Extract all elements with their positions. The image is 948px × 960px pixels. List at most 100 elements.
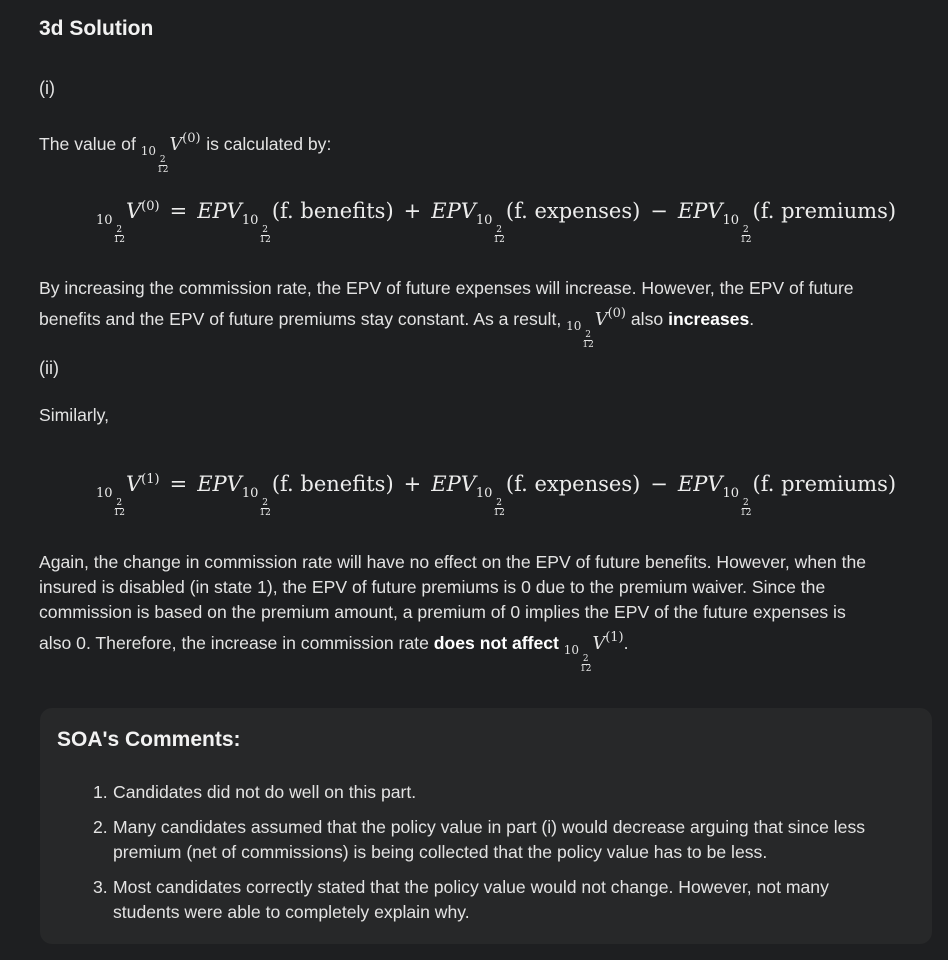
part-ii-intro: Similarly,: [39, 405, 110, 425]
time-fraction: 2 12: [740, 226, 751, 245]
part-i-explanation-line2: benefits and the EPV of future premiums …: [39, 301, 924, 350]
premiums-term: (f. premiums): [752, 472, 897, 496]
policy-value-symbol-0: 10 2 12 V(0): [566, 306, 626, 350]
equation-state-0: 10 2 12 V(0) = EPV10 2 12 (f. benefits) + EPV10 2 12…: [96, 199, 896, 245]
v-symbol: V: [126, 472, 142, 496]
epv-subscript: 10 2 12: [476, 213, 506, 245]
equation-state-1: 10 2 12 V(1) = EPV10 2 12 (f. benefits) + EPV10 2 12…: [96, 472, 896, 518]
part-i-label: (i): [39, 78, 55, 98]
time-whole: 10: [140, 144, 156, 158]
frac-den: 12: [580, 664, 592, 674]
part-ii-line1: Again, the change in commission rate wil…: [39, 552, 867, 572]
frac-den: 12: [493, 235, 505, 245]
time-fraction: 2 12: [740, 499, 751, 518]
list-item-number: 1.: [93, 782, 108, 802]
solution-page: 3d Solution (i) The value of 10 2 12 V(0) i…: [0, 0, 948, 960]
time-whole: 10: [566, 319, 582, 333]
epv-symbol: EPV: [197, 199, 242, 223]
epv-symbol: EPV: [677, 199, 723, 223]
time-subscript: 10 2 12: [140, 144, 170, 175]
policy-value-symbol-0: 10 2 12 V(0): [140, 131, 206, 175]
time-whole: 10: [722, 213, 740, 228]
minus-sign: −: [650, 199, 668, 223]
time-fraction: 2 12: [493, 226, 504, 245]
state-superscript: (1): [141, 472, 160, 487]
time-fraction: 2 12: [114, 499, 125, 518]
time-whole: 10: [241, 486, 259, 501]
list-item: 1. Candidates did not do well on this pa…: [93, 780, 893, 805]
time-whole: 10: [96, 213, 113, 228]
time-whole: 10: [722, 486, 740, 501]
line4-before: also 0. Therefore, the increase in commi…: [39, 633, 429, 653]
frac-den: 12: [740, 235, 752, 245]
v-symbol: V: [594, 310, 608, 330]
epv-subscript: 10 2 12: [475, 486, 506, 518]
solution-title: 3d Solution: [39, 17, 154, 40]
line4-end: .: [623, 633, 629, 653]
does-not-affect-emphasis: does not affect: [433, 633, 559, 653]
frac-den: 12: [113, 235, 125, 245]
frac-den: 12: [113, 508, 125, 518]
epv-subscript: 10 2 12: [722, 486, 753, 518]
benefits-term: (f. benefits): [271, 472, 394, 496]
plus-sign: +: [403, 472, 422, 496]
state-superscript: (0): [182, 131, 201, 146]
list-item: 3. Most candidates correctly stated that…: [93, 875, 893, 925]
epv-symbol: EPV: [197, 472, 242, 496]
part-ii-label: (ii): [39, 358, 59, 378]
time-whole: 10: [563, 643, 580, 657]
epv-symbol: EPV: [677, 472, 723, 496]
explanation-end: .: [749, 309, 755, 329]
part-i-intro-after: is calculated by:: [206, 134, 332, 154]
frac-den: 12: [582, 340, 594, 350]
list-item-text: Candidates did not do well on this part.: [113, 782, 417, 802]
explanation-line2-before: benefits and the EPV of future premiums …: [39, 309, 562, 329]
time-subscript: 10 2 12: [563, 643, 593, 674]
expenses-term: (f. expenses): [505, 472, 641, 496]
frac-den: 12: [740, 508, 752, 518]
part-ii-line3: commission is based on the premium amoun…: [39, 602, 846, 622]
part-ii-line4: also 0. Therefore, the increase in commi…: [39, 625, 924, 674]
part-ii-line2: insured is disabled (in state 1), the EP…: [39, 577, 826, 597]
list-item-text: Many candidates assumed that the policy …: [113, 817, 866, 862]
frac-den: 12: [259, 235, 271, 245]
v-symbol: V: [169, 135, 183, 155]
list-item-number: 3.: [93, 877, 108, 897]
soa-comments-list: 1. Candidates did not do well on this pa…: [93, 780, 893, 935]
list-item-text: Most candidates correctly stated that th…: [113, 877, 829, 922]
equals-sign: =: [169, 199, 188, 223]
soa-comments-title: SOA's Comments:: [57, 728, 241, 751]
equals-sign: =: [169, 472, 188, 496]
eq0-lhs-subscript: 10 2 12: [96, 213, 126, 245]
list-item: 2. Many candidates assumed that the poli…: [93, 815, 893, 865]
part-i-intro: The value of 10 2 12 V(0) is calculated by:: [39, 126, 924, 175]
v-symbol: V: [592, 634, 606, 654]
epv-symbol: EPV: [431, 472, 476, 496]
part-i-intro-before: The value of: [39, 134, 136, 154]
policy-value-symbol-1: 10 2 12 V(1): [563, 630, 624, 674]
frac-den: 12: [157, 165, 169, 175]
part-i-explanation-line1: By increasing the commission rate, the E…: [39, 278, 854, 298]
expenses-term: (f. expenses): [505, 199, 641, 223]
benefits-term: (f. benefits): [271, 199, 394, 223]
time-fraction: 2 12: [259, 226, 270, 245]
increases-emphasis: increases: [668, 309, 750, 329]
time-whole: 10: [241, 213, 259, 228]
v-symbol: V: [126, 199, 142, 223]
premiums-term: (f. premiums): [752, 199, 897, 223]
epv-symbol: EPV: [431, 199, 476, 223]
time-subscript: 10 2 12: [566, 319, 595, 350]
epv-subscript: 10 2 12: [241, 213, 272, 245]
list-item-number: 2.: [93, 817, 108, 837]
plus-sign: +: [403, 199, 422, 223]
time-whole: 10: [96, 486, 113, 501]
part-ii-explanation: Again, the change in commission rate wil…: [39, 550, 924, 674]
soa-comments-box: SOA's Comments: 1. Candidates did not do…: [40, 708, 932, 944]
time-whole: 10: [475, 486, 493, 501]
epv-subscript: 10 2 12: [722, 213, 753, 245]
epv-subscript: 10 2 12: [241, 486, 272, 518]
frac-den: 12: [259, 508, 271, 518]
state-superscript: (0): [607, 306, 626, 321]
eq1-lhs-subscript: 10 2 12: [96, 486, 126, 518]
explanation-line2-mid: also: [630, 309, 664, 329]
